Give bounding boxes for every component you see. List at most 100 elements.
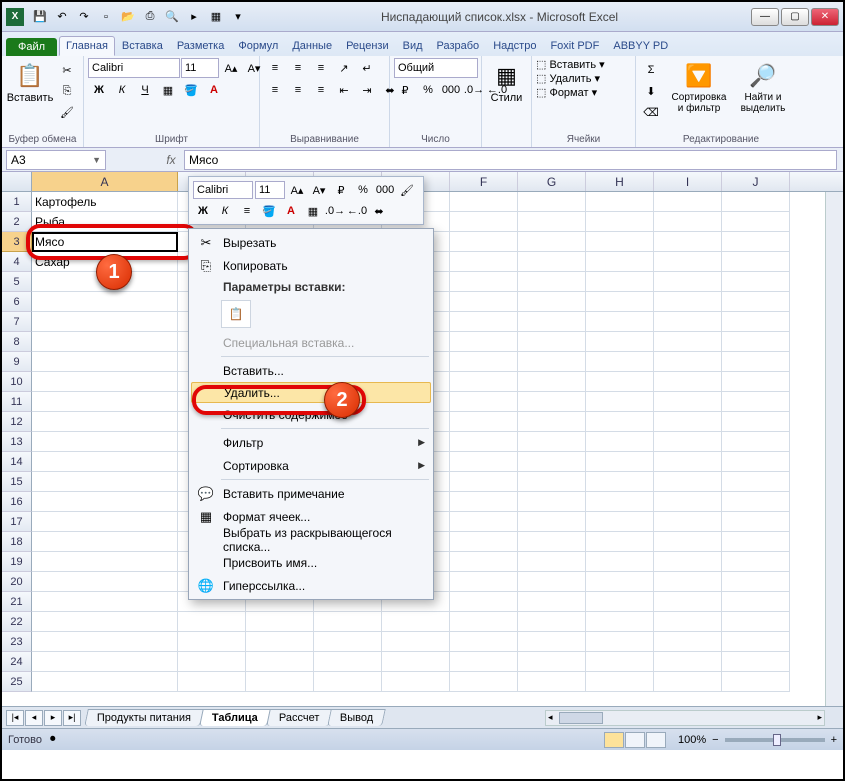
cell[interactable]: [654, 492, 722, 512]
qat-quick-print[interactable]: ⎙: [140, 7, 160, 27]
underline-button[interactable]: Ч: [134, 80, 156, 100]
cell[interactable]: [722, 252, 790, 272]
indent-inc[interactable]: ⇥: [356, 80, 378, 100]
cell[interactable]: [518, 352, 586, 372]
cell[interactable]: [518, 512, 586, 532]
cell[interactable]: [32, 352, 178, 372]
mini-size-combo[interactable]: 11: [255, 181, 285, 199]
cell[interactable]: [586, 252, 654, 272]
col-header-J[interactable]: J: [722, 172, 790, 191]
tab-review[interactable]: Рецензи: [339, 36, 396, 56]
cell[interactable]: [32, 452, 178, 472]
row-header[interactable]: 9: [2, 352, 32, 372]
cell[interactable]: [654, 212, 722, 232]
scrollbar-thumb[interactable]: [559, 712, 603, 724]
cell[interactable]: [722, 572, 790, 592]
zoom-slider[interactable]: [725, 738, 825, 742]
cell[interactable]: [722, 412, 790, 432]
horizontal-scrollbar[interactable]: ◂ ▸: [545, 710, 825, 726]
zoom-out[interactable]: −: [712, 734, 718, 746]
close-button[interactable]: ✕: [811, 8, 839, 26]
format-painter-button[interactable]: 🖌: [56, 102, 78, 122]
cell[interactable]: [518, 552, 586, 572]
cell[interactable]: [586, 512, 654, 532]
sort-filter-button[interactable]: 🔽 Сортировка и фильтр: [668, 58, 730, 116]
cell[interactable]: [450, 352, 518, 372]
insert-cells[interactable]: ⬚ Вставить ▾: [536, 58, 605, 71]
cell[interactable]: [32, 472, 178, 492]
fx-button[interactable]: fx: [160, 150, 182, 170]
cell[interactable]: [654, 292, 722, 312]
mini-italic[interactable]: К: [215, 202, 235, 220]
cell[interactable]: [518, 672, 586, 692]
row-header[interactable]: 15: [2, 472, 32, 492]
format-cells[interactable]: ⬚ Формат ▾: [536, 86, 597, 99]
cell[interactable]: [450, 612, 518, 632]
cell[interactable]: [654, 512, 722, 532]
cell[interactable]: [586, 632, 654, 652]
cell[interactable]: [654, 252, 722, 272]
cell[interactable]: Картофель: [32, 192, 178, 212]
cell[interactable]: [518, 432, 586, 452]
qat-customize[interactable]: ▾: [228, 7, 248, 27]
cell[interactable]: [32, 412, 178, 432]
sheet-tab[interactable]: Продукты питания: [84, 709, 204, 726]
sheet-tab[interactable]: Вывод: [328, 709, 387, 726]
menu-pick-from-list[interactable]: Выбрать из раскрывающегося списка...: [191, 528, 431, 551]
cell[interactable]: [518, 472, 586, 492]
row-header[interactable]: 25: [2, 672, 32, 692]
row-header[interactable]: 24: [2, 652, 32, 672]
file-tab[interactable]: Файл: [6, 38, 57, 56]
maximize-button[interactable]: ▢: [781, 8, 809, 26]
col-header-H[interactable]: H: [586, 172, 654, 191]
cell[interactable]: [586, 292, 654, 312]
cell[interactable]: [586, 312, 654, 332]
cell[interactable]: [722, 332, 790, 352]
find-select-button[interactable]: 🔎 Найти и выделить: [732, 58, 794, 116]
cell[interactable]: [32, 632, 178, 652]
cell[interactable]: [722, 232, 790, 252]
cell[interactable]: Мясо: [32, 232, 178, 252]
cell[interactable]: [586, 572, 654, 592]
sheet-nav-last[interactable]: ▸|: [63, 710, 81, 726]
cell[interactable]: [586, 652, 654, 672]
cell[interactable]: [518, 652, 586, 672]
mini-grow-font[interactable]: A▴: [287, 181, 307, 199]
row-header[interactable]: 4: [2, 252, 32, 272]
cell[interactable]: [32, 592, 178, 612]
cell[interactable]: [586, 192, 654, 212]
cell[interactable]: [518, 412, 586, 432]
row-header[interactable]: 20: [2, 572, 32, 592]
mini-merge[interactable]: ⬌: [369, 202, 389, 220]
cell[interactable]: [450, 652, 518, 672]
cell[interactable]: [722, 672, 790, 692]
indent-dec[interactable]: ⇤: [333, 80, 355, 100]
cell[interactable]: [586, 412, 654, 432]
row-header[interactable]: 11: [2, 392, 32, 412]
cell[interactable]: [586, 392, 654, 412]
tab-layout[interactable]: Разметка: [170, 36, 232, 56]
cell[interactable]: [586, 492, 654, 512]
cell[interactable]: [178, 632, 246, 652]
cell[interactable]: [450, 452, 518, 472]
cell[interactable]: [654, 632, 722, 652]
mini-comma[interactable]: 000: [375, 181, 395, 199]
row-header[interactable]: 5: [2, 272, 32, 292]
cell[interactable]: [586, 472, 654, 492]
menu-cut[interactable]: ✂ Вырезать: [191, 231, 431, 254]
cell[interactable]: [32, 572, 178, 592]
cell[interactable]: [654, 192, 722, 212]
menu-insert-comment[interactable]: 💬 Вставить примечание: [191, 482, 431, 505]
cell[interactable]: [450, 292, 518, 312]
cell[interactable]: [382, 612, 450, 632]
cell[interactable]: [32, 312, 178, 332]
cell[interactable]: [586, 532, 654, 552]
cell[interactable]: [586, 432, 654, 452]
align-middle[interactable]: ≡: [287, 58, 309, 78]
cell[interactable]: [654, 472, 722, 492]
cell[interactable]: [32, 512, 178, 532]
mini-format-painter[interactable]: 🖌: [397, 181, 417, 199]
row-header[interactable]: 3: [2, 232, 32, 252]
cell[interactable]: [722, 492, 790, 512]
cell[interactable]: [722, 272, 790, 292]
